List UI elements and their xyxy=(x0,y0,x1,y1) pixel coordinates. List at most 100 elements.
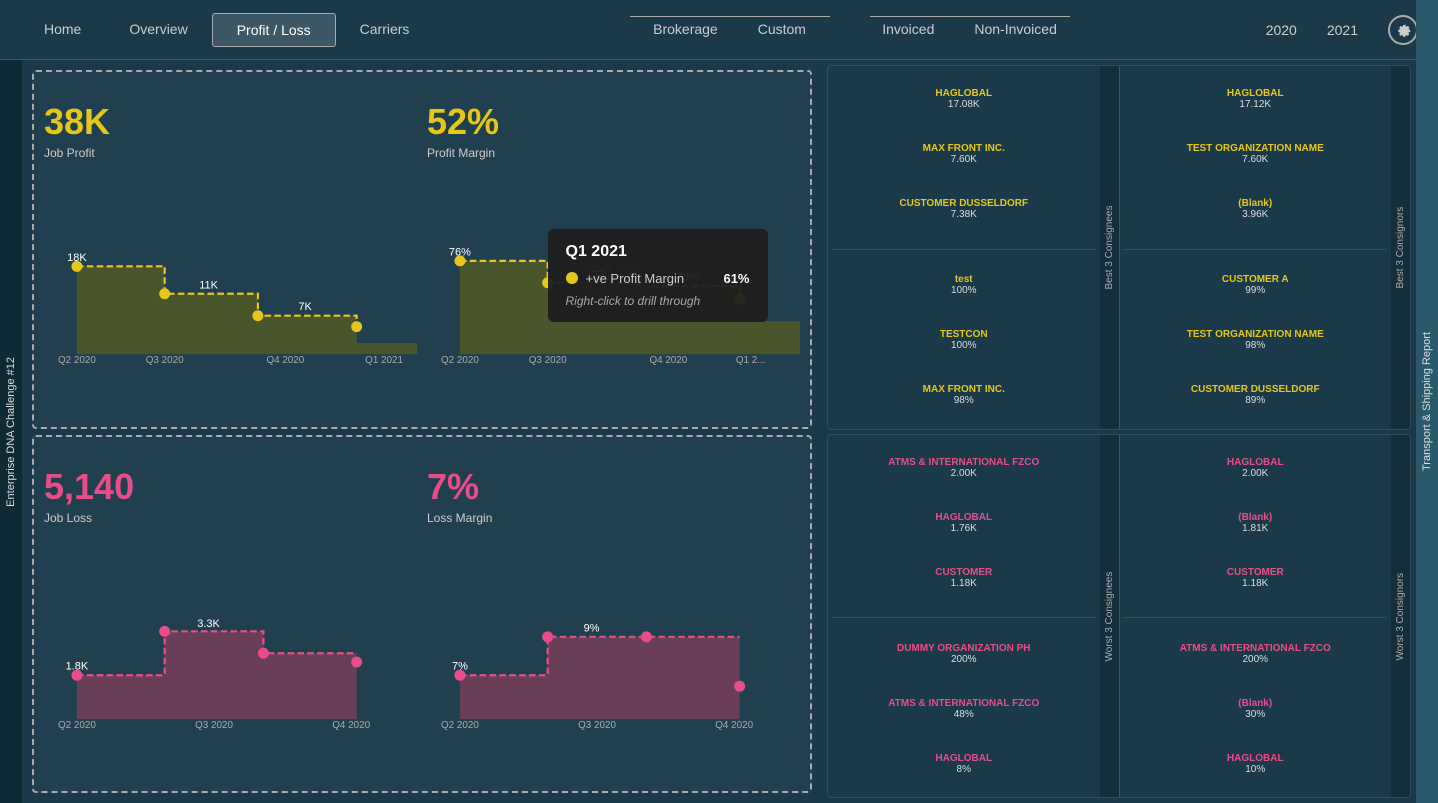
job-profit-svg: 18K 11K 7K Q2 2020 Q3 2020 Q4 2020 Q1 20… xyxy=(44,182,417,417)
nav-profit-loss[interactable]: Profit / Loss xyxy=(212,13,336,47)
job-profit-value: 38K xyxy=(44,104,417,140)
nav-non-invoiced[interactable]: Non-Invoiced xyxy=(974,21,1057,43)
nav-2021[interactable]: 2021 xyxy=(1327,22,1358,38)
best-consignee-2-name: MAX FRONT INC. xyxy=(832,143,1096,154)
job-loss-kpi: 5,140 Job Loss xyxy=(44,447,417,547)
best-consignee-3-val: 7.38K xyxy=(832,209,1096,220)
worst-consignee-6-name: HAGLOBAL xyxy=(832,753,1096,764)
worst-consignors-separator xyxy=(1124,617,1388,618)
best-consignee-2-val: 7.60K xyxy=(832,154,1096,165)
best-consignee-4: test 100% xyxy=(832,274,1096,296)
profit-margin-tooltip: Q1 2021 +ve Profit Margin 61% Right-clic… xyxy=(548,229,768,322)
job-profit-chart-area: 18K 11K 7K Q2 2020 Q3 2020 Q4 2020 Q1 20… xyxy=(44,182,417,417)
best-consignee-1: HAGLOBAL 17.08K xyxy=(832,88,1096,110)
profit-margin-label: Profit Margin xyxy=(427,146,800,160)
svg-text:76%: 76% xyxy=(449,246,471,258)
nav-brokerage[interactable]: Brokerage xyxy=(653,21,718,43)
best-consignee-1-name: HAGLOBAL xyxy=(832,88,1096,99)
worst-consignor-3-name: CUSTOMER xyxy=(1124,567,1388,578)
worst-consignors-content: HAGLOBAL 2.00K (Blank) 1.81K CUSTOMER 1.… xyxy=(1120,435,1392,798)
loss-margin-svg: 7% 9% Q2 2020 Q3 2020 Q4 2020 xyxy=(427,547,800,782)
nav-custom[interactable]: Custom xyxy=(758,21,806,43)
svg-text:Q4 2020: Q4 2020 xyxy=(332,719,370,730)
best-consignors-label: Best 3 Consignors xyxy=(1391,66,1410,429)
svg-text:Q3 2020: Q3 2020 xyxy=(195,719,233,730)
worst-consignor-5: (Blank) 30% xyxy=(1124,698,1388,720)
loss-margin-value: 7% xyxy=(427,469,800,505)
best-consignors-top: HAGLOBAL 17.12K TEST ORGANIZATION NAME 7… xyxy=(1124,72,1388,245)
worst-consignor-5-name: (Blank) xyxy=(1124,698,1388,709)
worst-consignee-3-val: 1.18K xyxy=(832,578,1096,589)
best-consignor-5-val: 98% xyxy=(1124,340,1388,351)
best-consignee-3: CUSTOMER DUSSELDORF 7.38K xyxy=(832,198,1096,220)
best-section: HAGLOBAL 17.08K MAX FRONT INC. 7.60K CUS… xyxy=(827,65,1411,430)
tooltip-dot xyxy=(566,272,578,284)
job-profit-kpi: 38K Job Profit xyxy=(44,82,417,182)
best-consignor-4-val: 99% xyxy=(1124,285,1388,296)
worst-consignors-section: HAGLOBAL 2.00K (Blank) 1.81K CUSTOMER 1.… xyxy=(1120,435,1411,798)
worst-consignors-bottom: ATMS & INTERNATIONAL FZCO 200% (Blank) 3… xyxy=(1124,622,1388,791)
svg-text:Q2 2020: Q2 2020 xyxy=(441,719,479,730)
worst-consignee-5-val: 48% xyxy=(832,709,1096,720)
nav-left: Home Overview Profit / Loss Carriers xyxy=(20,13,433,47)
svg-text:7%: 7% xyxy=(452,660,468,672)
worst-cons-separator xyxy=(832,617,1096,618)
loss-section-inner: 5,140 Job Loss xyxy=(44,447,800,782)
worst-consignee-1: ATMS & INTERNATIONAL FZCO 2.00K xyxy=(832,457,1096,479)
nav-home[interactable]: Home xyxy=(20,13,105,47)
tooltip-metric-label: +ve Profit Margin xyxy=(586,271,716,286)
nav-2020[interactable]: 2020 xyxy=(1266,22,1297,38)
job-loss-chart: 5,140 Job Loss xyxy=(44,447,417,782)
best-consignors-content: HAGLOBAL 17.12K TEST ORGANIZATION NAME 7… xyxy=(1120,66,1392,429)
worst-section: ATMS & INTERNATIONAL FZCO 2.00K HAGLOBAL… xyxy=(827,434,1411,799)
best-consignors-bottom: CUSTOMER A 99% TEST ORGANIZATION NAME 98… xyxy=(1124,254,1388,423)
best-consignee-5-val: 100% xyxy=(832,340,1096,351)
job-loss-value: 5,140 xyxy=(44,469,417,505)
charts-panel: 38K Job Profit xyxy=(22,60,822,803)
svg-text:Q2 2020: Q2 2020 xyxy=(58,719,96,730)
worst-consignor-6-name: HAGLOBAL xyxy=(1124,753,1388,764)
svg-text:Q3 2020: Q3 2020 xyxy=(578,719,616,730)
svg-text:Q2 2020: Q2 2020 xyxy=(441,355,479,366)
svg-text:Q4 2020: Q4 2020 xyxy=(715,719,753,730)
best-consignor-2-val: 7.60K xyxy=(1124,154,1388,165)
worst-consignee-4-name: DUMMY ORGANIZATION PH xyxy=(832,643,1096,654)
nav-center: Brokerage Custom Invoiced Non-Invoiced xyxy=(433,16,1265,43)
loss-section: 5,140 Job Loss xyxy=(32,435,812,794)
best-consignee-3-name: CUSTOMER DUSSELDORF xyxy=(832,198,1096,209)
best-consignee-2: MAX FRONT INC. 7.60K xyxy=(832,143,1096,165)
worst-consignee-2: HAGLOBAL 1.76K xyxy=(832,512,1096,534)
best-consignor-6-name: CUSTOMER DUSSELDORF xyxy=(1124,384,1388,395)
worst-consignees-bottom: DUMMY ORGANIZATION PH 200% ATMS & INTERN… xyxy=(832,622,1096,791)
worst-consignor-4: ATMS & INTERNATIONAL FZCO 200% xyxy=(1124,643,1388,665)
settings-icon[interactable] xyxy=(1388,15,1418,45)
svg-text:18K: 18K xyxy=(67,252,87,264)
best-consignees-section: HAGLOBAL 17.08K MAX FRONT INC. 7.60K CUS… xyxy=(828,66,1119,429)
worst-consignor-6: HAGLOBAL 10% xyxy=(1124,753,1388,775)
nav-overview[interactable]: Overview xyxy=(105,13,211,47)
tooltip-metric-value: 61% xyxy=(723,271,749,286)
worst-consignee-5-name: ATMS & INTERNATIONAL FZCO xyxy=(832,698,1096,709)
profit-margin-chart-area: 76% 73% Q2 2020 Q3 2020 Q4 2020 Q1 2... … xyxy=(427,182,800,417)
nav-right: 2020 2021 xyxy=(1266,15,1418,45)
job-loss-label: Job Loss xyxy=(44,511,417,525)
worst-consignor-2-name: (Blank) xyxy=(1124,512,1388,523)
worst-consignees-top: ATMS & INTERNATIONAL FZCO 2.00K HAGLOBAL… xyxy=(832,441,1096,614)
profit-margin-kpi: 52% Profit Margin xyxy=(427,82,800,182)
best-consignor-5: TEST ORGANIZATION NAME 98% xyxy=(1124,329,1388,351)
best-consignor-3-val: 3.96K xyxy=(1124,209,1388,220)
nav-invoiced[interactable]: Invoiced xyxy=(882,21,934,43)
nav-carriers[interactable]: Carriers xyxy=(336,13,434,47)
svg-text:1.8K: 1.8K xyxy=(66,660,89,672)
worst-consignee-2-val: 1.76K xyxy=(832,523,1096,534)
worst-consignee-3-name: CUSTOMER xyxy=(832,567,1096,578)
best-consignees-content: HAGLOBAL 17.08K MAX FRONT INC. 7.60K CUS… xyxy=(828,66,1100,429)
best-consignees-top: HAGLOBAL 17.08K MAX FRONT INC. 7.60K CUS… xyxy=(832,72,1096,245)
best-consignor-1-name: HAGLOBAL xyxy=(1124,88,1388,99)
best-consignor-5-name: TEST ORGANIZATION NAME xyxy=(1124,329,1388,340)
worst-consignee-6-val: 8% xyxy=(832,764,1096,775)
job-loss-chart-area: 1.8K 3.3K Q2 2020 Q3 2020 Q4 2020 xyxy=(44,547,417,782)
worst-consignees-content: ATMS & INTERNATIONAL FZCO 2.00K HAGLOBAL… xyxy=(828,435,1100,798)
main-content: 38K Job Profit xyxy=(22,60,1416,803)
profit-margin-chart: 52% Profit Margin xyxy=(427,82,800,417)
